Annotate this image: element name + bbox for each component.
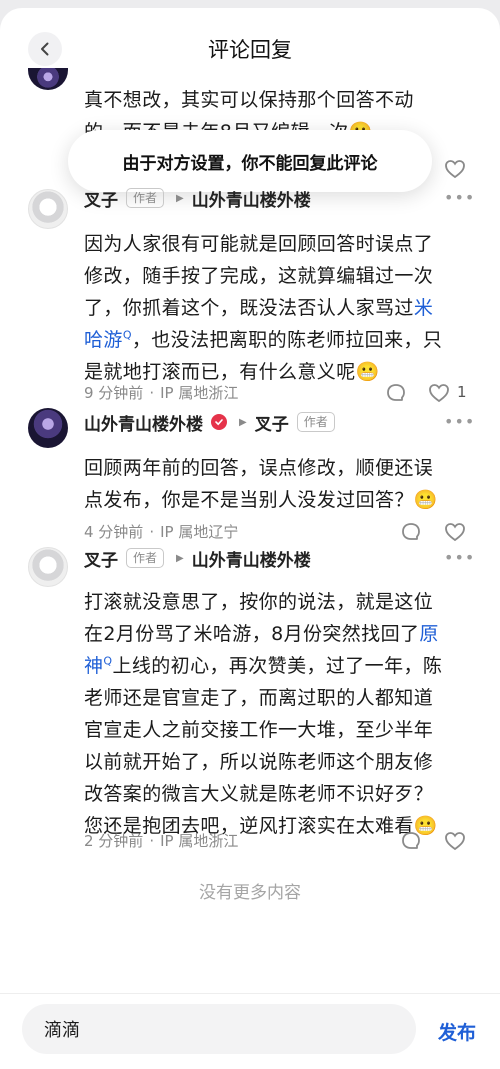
- send-button[interactable]: 发布: [438, 1018, 476, 1045]
- author-tag: 作者: [296, 412, 335, 432]
- reply-to-name[interactable]: 山外青山楼外楼: [192, 546, 311, 571]
- verified-badge-icon: [211, 414, 227, 430]
- search-link-icon[interactable]: Q: [123, 329, 132, 342]
- toast-message: 由于对方设置，你不能回复此评论: [68, 130, 432, 192]
- more-icon[interactable]: •••: [444, 188, 475, 207]
- more-icon[interactable]: •••: [444, 412, 475, 431]
- grimace-emoji-icon: 😬: [355, 361, 380, 383]
- like-count: 1: [457, 383, 467, 401]
- heart-icon[interactable]: [444, 522, 466, 542]
- comment-meta: 2 分钟前 · IP 属地浙江: [84, 831, 239, 851]
- reply-bar: 滴滴 发布: [0, 993, 500, 1069]
- reply-arrow-icon: ▶: [176, 192, 184, 204]
- reply-input[interactable]: 滴滴: [22, 1004, 416, 1054]
- comment-text: 因为人家很有可能就是回顾回答时误点了 修改，随手按了完成，这就算编辑过一次 了，…: [84, 233, 443, 383]
- comment-text: 打滚就没意思了，按你的说法，就是这位 在2月份骂了米哈游，8月份突然找回了原 神…: [84, 591, 443, 837]
- avatar[interactable]: [28, 68, 68, 90]
- reply-to-name[interactable]: 叉子: [255, 410, 289, 435]
- reply-arrow-icon: ▶: [239, 416, 247, 428]
- heart-icon[interactable]: [444, 831, 466, 851]
- comment-header: 叉子 作者 ▶ 山外青山楼外楼: [84, 186, 311, 211]
- heart-icon[interactable]: [428, 383, 450, 403]
- topic-link[interactable]: 哈游: [84, 329, 123, 351]
- comment-header: 叉子 作者 ▶ 山外青山楼外楼: [84, 546, 311, 571]
- topic-link[interactable]: 神: [84, 655, 103, 677]
- topic-link[interactable]: 米: [414, 297, 433, 319]
- author-name[interactable]: 叉子: [84, 546, 118, 571]
- more-icon[interactable]: •••: [444, 548, 475, 567]
- comment-reply-sheet: 评论回复 真不想改，其实可以保持那个回答不动 的，而不是去年8月又编辑一次😬 由…: [0, 8, 500, 1069]
- grimace-emoji-icon: 😬: [413, 489, 438, 511]
- comment-text: 回顾两年前的回答，误点修改，顺便还误 点发布，你是不是当别人没发过回答？😬: [84, 457, 438, 511]
- comment-meta: 4 分钟前 · IP 属地辽宁: [84, 522, 239, 542]
- page-title: 评论回复: [208, 38, 292, 62]
- avatar[interactable]: [28, 189, 68, 229]
- author-tag: 作者: [126, 188, 165, 208]
- avatar[interactable]: [28, 547, 68, 587]
- comment-header: 山外青山楼外楼 ▶ 叉子 作者: [84, 410, 335, 435]
- comment-icon[interactable]: [400, 521, 422, 543]
- comment-meta: 9 分钟前 · IP 属地浙江: [84, 383, 239, 403]
- end-of-list-label: 没有更多内容: [199, 883, 301, 903]
- avatar[interactable]: [28, 408, 68, 448]
- reply-arrow-icon: ▶: [176, 552, 184, 564]
- author-name[interactable]: 叉子: [84, 186, 118, 211]
- author-name[interactable]: 山外青山楼外楼: [84, 410, 203, 435]
- author-tag: 作者: [126, 548, 165, 568]
- heart-icon[interactable]: [444, 159, 466, 179]
- comment-icon[interactable]: [385, 382, 407, 404]
- reply-to-name[interactable]: 山外青山楼外楼: [192, 186, 311, 211]
- comment-icon[interactable]: [400, 830, 422, 852]
- topic-link[interactable]: 原: [419, 623, 438, 645]
- header: 评论回复: [0, 8, 500, 86]
